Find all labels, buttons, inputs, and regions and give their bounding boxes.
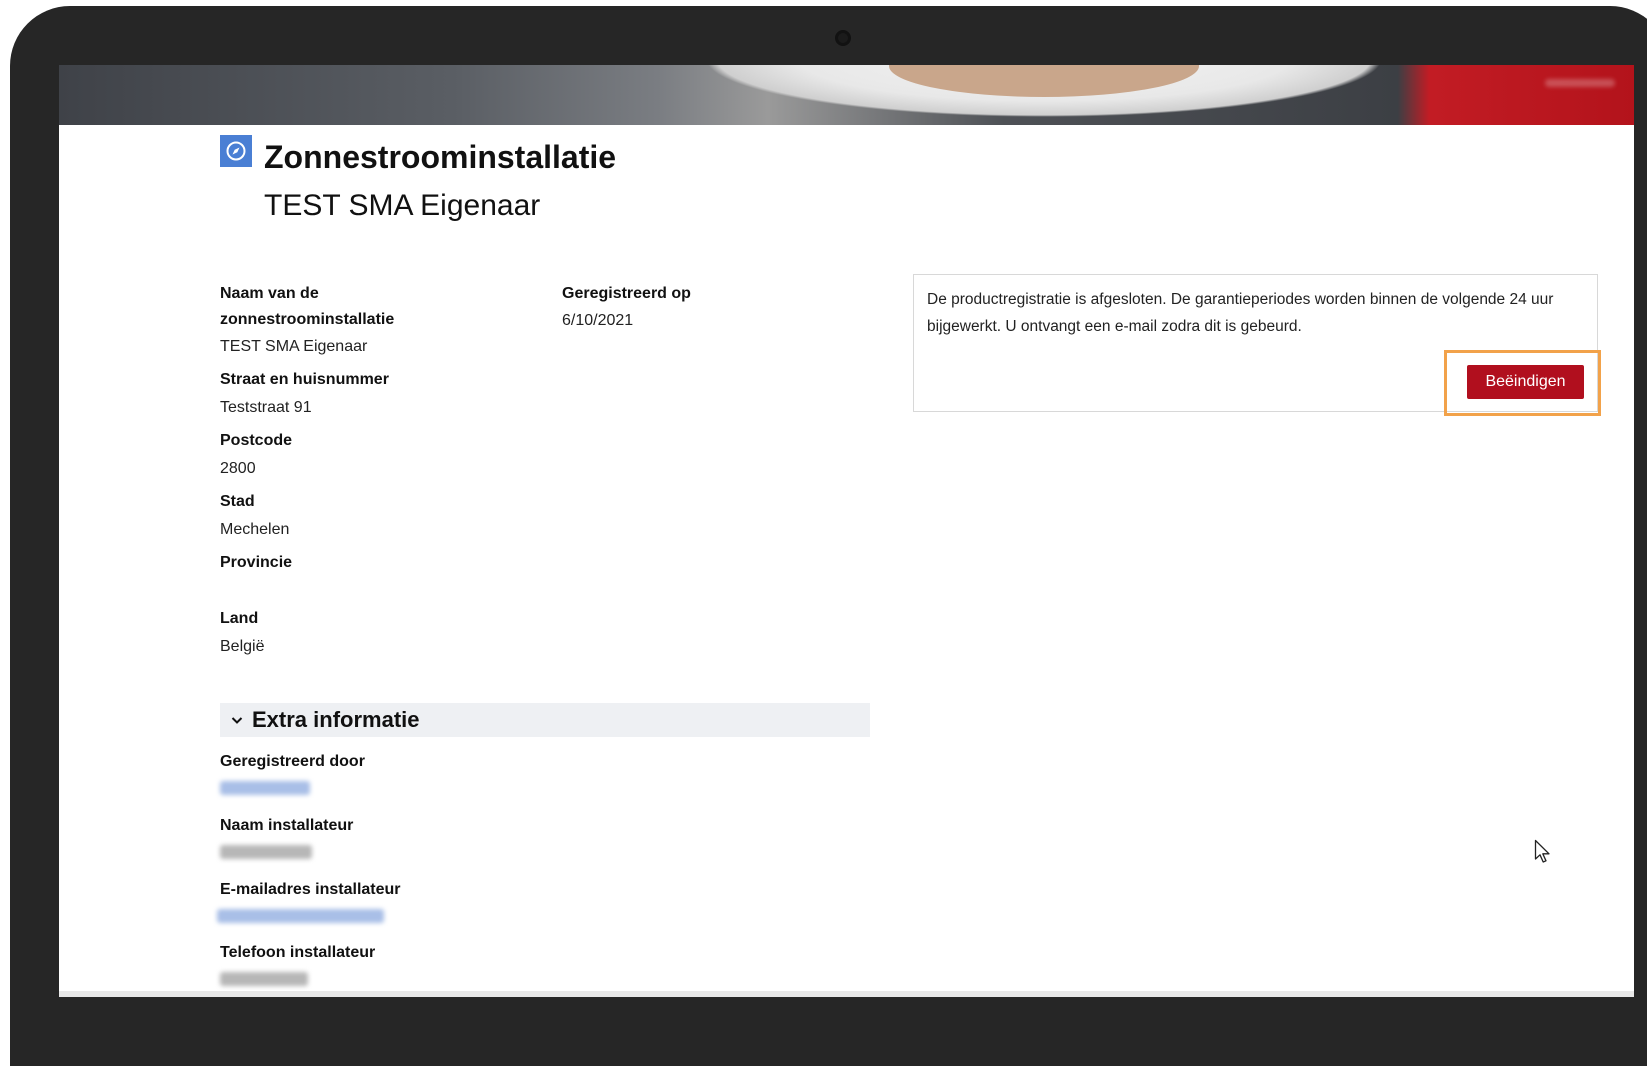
- hero-banner-blurred-label: [1545, 79, 1615, 87]
- compass-icon: [220, 135, 252, 167]
- installer-phone-label: Telefoon installateur: [220, 944, 376, 961]
- webcam: [835, 30, 851, 46]
- registration-notice-text: De productregistratie is afgesloten. De …: [927, 291, 1554, 335]
- finish-button[interactable]: Beëindigen: [1467, 365, 1584, 399]
- installer-email-label: E-mailadres installateur: [220, 881, 401, 898]
- name-value: TEST SMA Eigenaar: [220, 338, 368, 355]
- registered-on-value: 6/10/2021: [562, 312, 634, 329]
- street-label: Straat en huisnummer: [220, 371, 389, 388]
- page-subtitle: TEST SMA Eigenaar: [264, 189, 541, 222]
- installer-email-value-redacted[interactable]: [217, 909, 384, 923]
- province-label: Provincie: [220, 554, 293, 571]
- hero-banner: [59, 65, 1634, 125]
- installer-phone-value-redacted: [220, 972, 308, 986]
- registered-by-value-redacted: [220, 781, 310, 795]
- country-label: Land: [220, 610, 259, 627]
- extra-info-toggle[interactable]: Extra informatie: [220, 703, 870, 737]
- postcode-label: Postcode: [220, 432, 293, 449]
- extra-info-title: Extra informatie: [252, 707, 420, 732]
- chevron-down-icon: [230, 713, 244, 727]
- app-screen: Zonnestroominstallatie TEST SMA Eigenaar…: [59, 65, 1634, 997]
- postcode-value: 2800: [220, 460, 256, 477]
- street-value: Teststraat 91: [220, 399, 312, 416]
- registered-on-label: Geregistreerd op: [562, 285, 691, 302]
- registered-by-label: Geregistreerd door: [220, 753, 365, 770]
- installer-name-value-redacted: [220, 845, 312, 859]
- name-label-line1: Naam van de: [220, 285, 319, 302]
- city-label: Stad: [220, 493, 255, 510]
- name-label-line2: zonnestroominstallatie: [220, 311, 395, 328]
- laptop-frame: Zonnestroominstallatie TEST SMA Eigenaar…: [10, 6, 1647, 1066]
- content-bottom-edge: [59, 991, 1634, 997]
- country-value: België: [220, 638, 265, 655]
- city-value: Mechelen: [220, 521, 290, 538]
- mouse-pointer-icon: [1534, 839, 1552, 870]
- page-title: Zonnestroominstallatie: [264, 139, 617, 175]
- installer-name-label: Naam installateur: [220, 817, 354, 834]
